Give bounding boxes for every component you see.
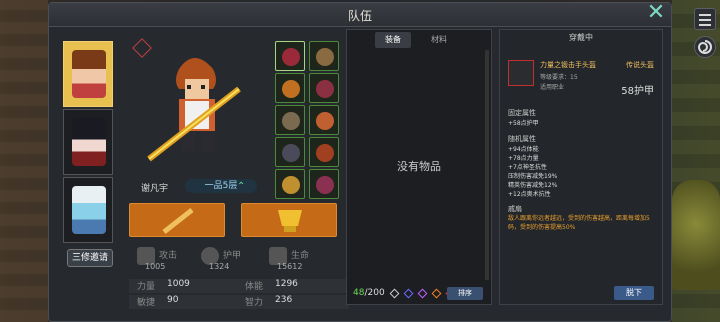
filter-gem-white[interactable] (389, 288, 400, 299)
menu-button[interactable] (694, 8, 716, 30)
count-used: 48 (353, 288, 365, 298)
unequip-button[interactable]: 脱下 (614, 286, 654, 300)
bag-tabs: 装备 材料 (347, 32, 491, 48)
realm-badge: 一品5层 (185, 179, 257, 193)
attr-value: 1296 (275, 279, 298, 289)
hero-sprite (129, 39, 269, 189)
cup-icon (278, 210, 302, 232)
helmet-icon (508, 60, 534, 86)
bag-count: 48/200 (353, 288, 385, 298)
stat-label: 攻击 (159, 251, 178, 261)
attr-value: 90 (167, 295, 179, 305)
bag-panel: 装备 材料 没有物品 48/200 排序 (346, 29, 492, 305)
fixed-attr-line: +58点护甲 (508, 120, 539, 127)
fixed-attr-title: 固定属性 (508, 109, 536, 117)
background-left-tiles (0, 0, 48, 322)
item-armor: 58护甲 (621, 86, 654, 97)
filter-gem-orange[interactable] (431, 288, 442, 299)
bag-scrollbar[interactable] (485, 50, 489, 280)
random-attr-line: 精英伤害减免12% (508, 182, 558, 189)
attr-label: 体能 (245, 282, 264, 292)
equip-slot-boots[interactable] (309, 137, 339, 167)
spiral-icon-button[interactable] (694, 36, 716, 58)
set-title: 戚扇 (508, 205, 522, 213)
empty-message: 没有物品 (397, 160, 441, 173)
sort-button[interactable]: 排序 (447, 287, 483, 300)
character-slot-2[interactable] (63, 109, 113, 175)
portrait-dark-hair (72, 118, 106, 166)
item-rarity: 传说头盔 (626, 61, 654, 69)
weapon-slot-offhand[interactable] (241, 203, 337, 237)
stat-value: 1324 (209, 262, 230, 271)
attr-value: 1009 (167, 279, 190, 289)
character-slot-1[interactable] (63, 41, 113, 107)
attr-label: 智力 (245, 298, 264, 308)
character-list (63, 41, 113, 245)
random-attr-line: +94点体能 (508, 146, 539, 153)
random-attr-line: +78点力量 (508, 155, 539, 162)
random-attr-line: 压制伤害减免19% (508, 173, 558, 180)
attr-label: 敏捷 (137, 298, 156, 308)
equip-slot-helmet[interactable] (275, 41, 305, 71)
realm-up-icon[interactable]: ⌃ (237, 181, 245, 192)
weapon-slot-main[interactable] (129, 203, 225, 237)
statue-decoration (672, 180, 720, 290)
portrait-brown-hair (72, 50, 106, 98)
stat-label: 生命 (291, 251, 310, 261)
equip-slot-necklace[interactable] (309, 41, 339, 71)
attr-value: 236 (275, 295, 293, 305)
invite-button[interactable]: 三修邀请 (67, 249, 113, 267)
spiral-icon (697, 40, 712, 54)
item-name: 力量之锻击手头盔 (540, 61, 596, 69)
character-slot-3[interactable] (63, 177, 113, 243)
equip-slot-gloves[interactable] (275, 137, 305, 167)
attr-label: 力量 (137, 282, 156, 292)
item-detail-panel: 穿戴中 力量之锻击手头盔 传说头盔 等级要求：15 适用职业 58护甲 固定属性… (499, 29, 663, 305)
stat-value: 1005 (145, 262, 166, 271)
count-total: /200 (364, 288, 385, 298)
window-title: 队伍 (347, 9, 372, 23)
set-effect-text: 敌人跟离你远者越远，受到的伤害越高，距离每增加5码，受到的伤害提高50% (508, 215, 650, 231)
equip-slot-chest[interactable] (309, 73, 339, 103)
random-attr-line: +7点神圣抗性 (508, 164, 547, 171)
portrait-white-hat (72, 186, 106, 234)
stat-value: 15612 (277, 262, 303, 271)
equip-slot-ring-2[interactable] (275, 169, 305, 199)
close-icon[interactable]: ✕ (645, 2, 667, 25)
bag-footer: 48/200 排序 (347, 284, 491, 304)
team-window: 队伍 ✕ 三修邀请 谢凡宇 一品5层 ⌃ 攻击 1005 护甲 1324 生命 … (48, 2, 672, 322)
equip-slot-ring-1[interactable] (275, 73, 305, 103)
tab-material[interactable]: 材料 (421, 32, 457, 48)
stat-label: 护甲 (223, 251, 242, 261)
sword-icon (162, 208, 194, 234)
level-requirement: 等级要求：15 (540, 74, 578, 81)
tab-equipment[interactable]: 装备 (375, 32, 411, 48)
class-requirement: 适用职业 (540, 84, 565, 91)
base-stats: 攻击 1005 护甲 1324 生命 15612 (129, 247, 329, 277)
attribute-row-2: 敏捷 90 智力 236 (129, 295, 349, 309)
equip-slot-amulet[interactable] (309, 169, 339, 199)
attribute-row-1: 力量 1009 体能 1296 (129, 279, 349, 293)
random-attr-line: +12点奥术抗性 (508, 191, 551, 198)
random-attr-title: 随机属性 (508, 135, 536, 143)
filter-gem-blue[interactable] (403, 288, 414, 299)
equip-slot-shoulder[interactable] (275, 105, 305, 135)
equip-slot-belt[interactable] (309, 105, 339, 135)
hero-name: 谢凡宇 (141, 184, 169, 194)
filter-gem-purple[interactable] (417, 288, 428, 299)
equipped-header: 穿戴中 (569, 33, 593, 42)
title-bar: 队伍 ✕ (49, 2, 671, 27)
